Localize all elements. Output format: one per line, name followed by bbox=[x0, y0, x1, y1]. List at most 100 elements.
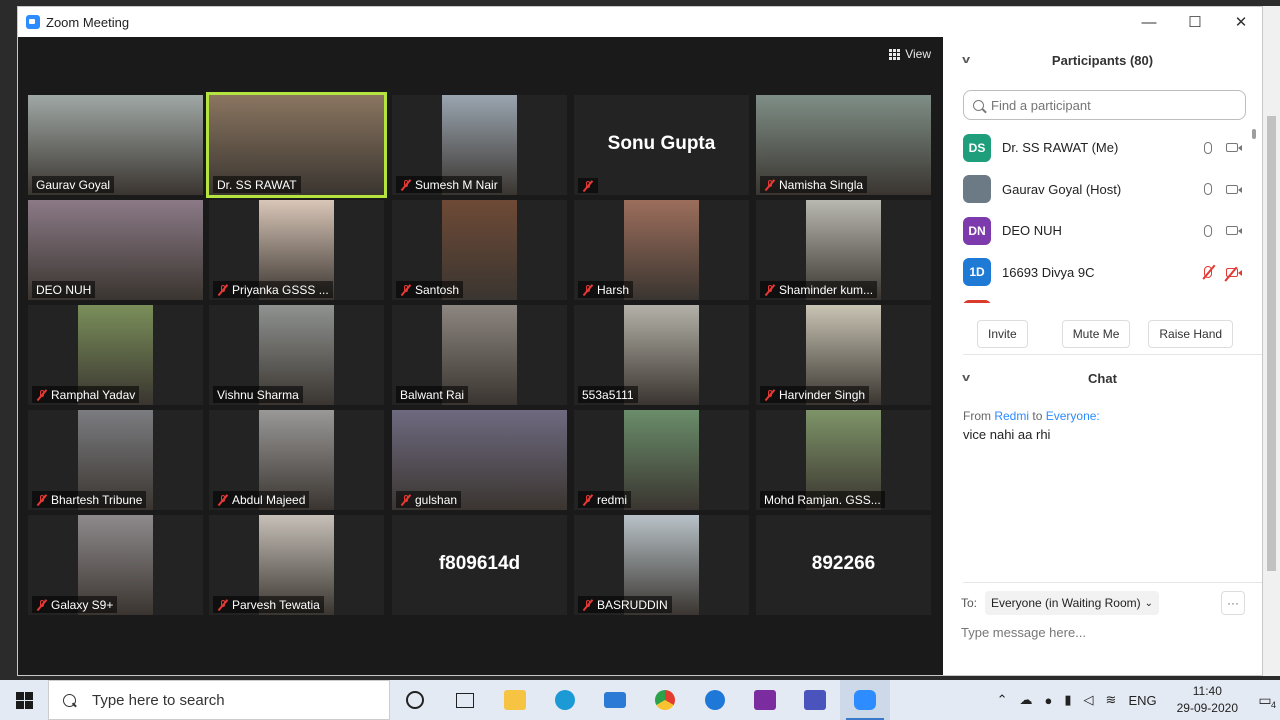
participant-row[interactable]: DN DEO NUH bbox=[943, 210, 1262, 252]
video-tile[interactable]: Parvesh Tewatia bbox=[209, 515, 384, 615]
file-explorer-button[interactable] bbox=[490, 680, 540, 720]
avatar: DS bbox=[963, 133, 991, 162]
video-tile[interactable]: Dr. SS RAWAT bbox=[206, 92, 387, 198]
video-tile[interactable]: Gaurav Goyal bbox=[28, 95, 203, 195]
page-scrollbar[interactable] bbox=[1263, 6, 1280, 676]
video-tile[interactable]: Abdul Majeed bbox=[209, 410, 384, 510]
task-view-button[interactable] bbox=[440, 680, 490, 720]
video-tile[interactable]: Priyanka GSSS ... bbox=[209, 200, 384, 300]
volume-icon[interactable]: ◁ bbox=[1084, 692, 1094, 708]
video-tile[interactable]: Harsh bbox=[574, 200, 749, 300]
microphone-icon bbox=[1204, 141, 1212, 154]
chat-input[interactable]: Type message here... bbox=[961, 625, 1086, 640]
video-tile[interactable]: redmi bbox=[574, 410, 749, 510]
participant-name: 16693 Divya 9C bbox=[1002, 264, 1095, 280]
battery-icon[interactable]: ▮ bbox=[1064, 692, 1071, 708]
tile-name-label: 553a5111 bbox=[578, 386, 638, 403]
video-tile[interactable]: Sumesh M Nair bbox=[392, 95, 567, 195]
more-options-button[interactable]: ··· bbox=[1221, 591, 1245, 615]
chevron-down-icon[interactable]: v bbox=[962, 54, 970, 66]
mic-muted-icon bbox=[582, 180, 594, 192]
tile-name-label: Priyanka GSSS ... bbox=[213, 281, 333, 298]
tile-name-text: Priyanka GSSS ... bbox=[232, 283, 329, 297]
chevron-down-icon[interactable]: v bbox=[962, 372, 970, 384]
tile-name-text: Namisha Singla bbox=[779, 178, 864, 192]
onenote-button[interactable] bbox=[740, 680, 790, 720]
tile-name-text: 553a5111 bbox=[582, 388, 634, 402]
video-tile[interactable]: Sonu Gupta bbox=[574, 95, 749, 195]
video-tile[interactable]: BASRUDDIN bbox=[574, 515, 749, 615]
video-tile[interactable]: f809614d bbox=[392, 515, 567, 615]
microphone-icon bbox=[1204, 224, 1212, 237]
video-tile[interactable]: Mohd Ramjan. GSS... bbox=[756, 410, 931, 510]
minimize-button[interactable]: — bbox=[1126, 7, 1172, 37]
close-button[interactable]: ✕ bbox=[1218, 7, 1262, 37]
participant-list-scrollbar[interactable] bbox=[1252, 129, 1256, 139]
clock-date: 29-09-2020 bbox=[1176, 701, 1238, 715]
video-tile[interactable]: Ramphal Yadav bbox=[28, 305, 203, 405]
windows-icon bbox=[15, 691, 33, 709]
participant-list: DS Dr. SS RAWAT (Me) Gaurav Goyal (Host) DN… bbox=[943, 127, 1262, 303]
tile-name-text: Harvinder Singh bbox=[779, 388, 866, 402]
start-button[interactable] bbox=[0, 680, 48, 720]
tile-name-label: gulshan bbox=[396, 491, 462, 508]
recipient-select[interactable]: Everyone (in Waiting Room) ⌄ bbox=[985, 591, 1159, 615]
video-tile[interactable]: Shaminder kum... bbox=[756, 200, 931, 300]
invite-button[interactable]: Invite bbox=[977, 320, 1028, 348]
recipient-link[interactable]: Everyone: bbox=[1046, 409, 1100, 423]
page-scrollbar-thumb[interactable] bbox=[1267, 116, 1276, 571]
language-indicator[interactable]: ENG bbox=[1128, 693, 1156, 708]
participants-header: v Participants (80) bbox=[943, 46, 1262, 74]
tile-name-text: Harsh bbox=[597, 283, 630, 297]
participant-row[interactable]: 1D 16693 Divya 9C bbox=[943, 252, 1262, 294]
video-tile[interactable]: 553a5111 bbox=[574, 305, 749, 405]
video-tile[interactable]: Santosh bbox=[392, 200, 567, 300]
microphone-icon[interactable]: ● bbox=[1045, 693, 1053, 708]
search-icon bbox=[63, 693, 76, 707]
mail-button[interactable] bbox=[590, 680, 640, 720]
chrome-button[interactable] bbox=[640, 680, 690, 720]
microphone-icon bbox=[1204, 183, 1212, 196]
video-tile[interactable]: Bhartesh Tribune bbox=[28, 410, 203, 510]
raise-hand-button[interactable]: Raise Hand bbox=[1148, 320, 1234, 348]
mic-muted-icon bbox=[764, 179, 776, 191]
video-tile[interactable]: Harvinder Singh bbox=[756, 305, 931, 405]
mic-muted-icon bbox=[400, 284, 412, 296]
participant-row[interactable] bbox=[943, 293, 1262, 303]
video-tile[interactable]: 892266 bbox=[756, 515, 931, 615]
video-tile[interactable]: Vishnu Sharma bbox=[209, 305, 384, 405]
view-button[interactable]: View bbox=[889, 47, 931, 61]
onedrive-icon[interactable]: ☁ bbox=[1020, 692, 1033, 708]
mute-me-button[interactable]: Mute Me bbox=[1061, 320, 1131, 348]
wifi-icon[interactable]: ≋ bbox=[1106, 692, 1117, 708]
participant-search[interactable] bbox=[963, 90, 1246, 120]
tile-name-label: Dr. SS RAWAT bbox=[213, 176, 301, 193]
to-label: To: bbox=[961, 596, 978, 610]
notifications-button[interactable]: ▭ 4 bbox=[1250, 680, 1280, 720]
edge-button[interactable] bbox=[540, 680, 590, 720]
cortana-button[interactable] bbox=[390, 680, 440, 720]
tile-name-text: Shaminder kum... bbox=[779, 283, 874, 297]
side-panel: v Participants (80) DS Dr. SS RAWAT (Me) G… bbox=[943, 37, 1262, 675]
chevron-up-icon[interactable]: ⌃ bbox=[997, 692, 1008, 708]
sender-link[interactable]: Redmi bbox=[994, 409, 1029, 423]
tile-name-label: Vishnu Sharma bbox=[213, 386, 303, 403]
video-tile[interactable]: Namisha Singla bbox=[756, 95, 931, 195]
participant-search-input[interactable] bbox=[989, 96, 1233, 114]
zoom-taskbar-button[interactable] bbox=[840, 680, 890, 720]
video-tile[interactable]: Balwant Rai bbox=[392, 305, 567, 405]
video-tile[interactable]: DEO NUH bbox=[28, 200, 203, 300]
participants-title: Participants (80) bbox=[1051, 52, 1154, 68]
clock[interactable]: 11:40 29-09-2020 bbox=[1177, 683, 1238, 717]
app-button[interactable] bbox=[690, 680, 740, 720]
participant-row[interactable]: Gaurav Goyal (Host) bbox=[943, 169, 1262, 211]
tile-name-label: Namisha Singla bbox=[760, 176, 868, 193]
mic-muted-icon bbox=[400, 494, 412, 506]
participant-row[interactable]: DS Dr. SS RAWAT (Me) bbox=[943, 127, 1262, 169]
search-icon bbox=[973, 99, 984, 111]
taskbar-search[interactable]: Type here to search bbox=[48, 680, 390, 720]
maximize-button[interactable]: ☐ bbox=[1172, 7, 1218, 37]
video-tile[interactable]: gulshan bbox=[392, 410, 567, 510]
video-tile[interactable]: Galaxy S9+ bbox=[28, 515, 203, 615]
teams-button[interactable] bbox=[790, 680, 840, 720]
